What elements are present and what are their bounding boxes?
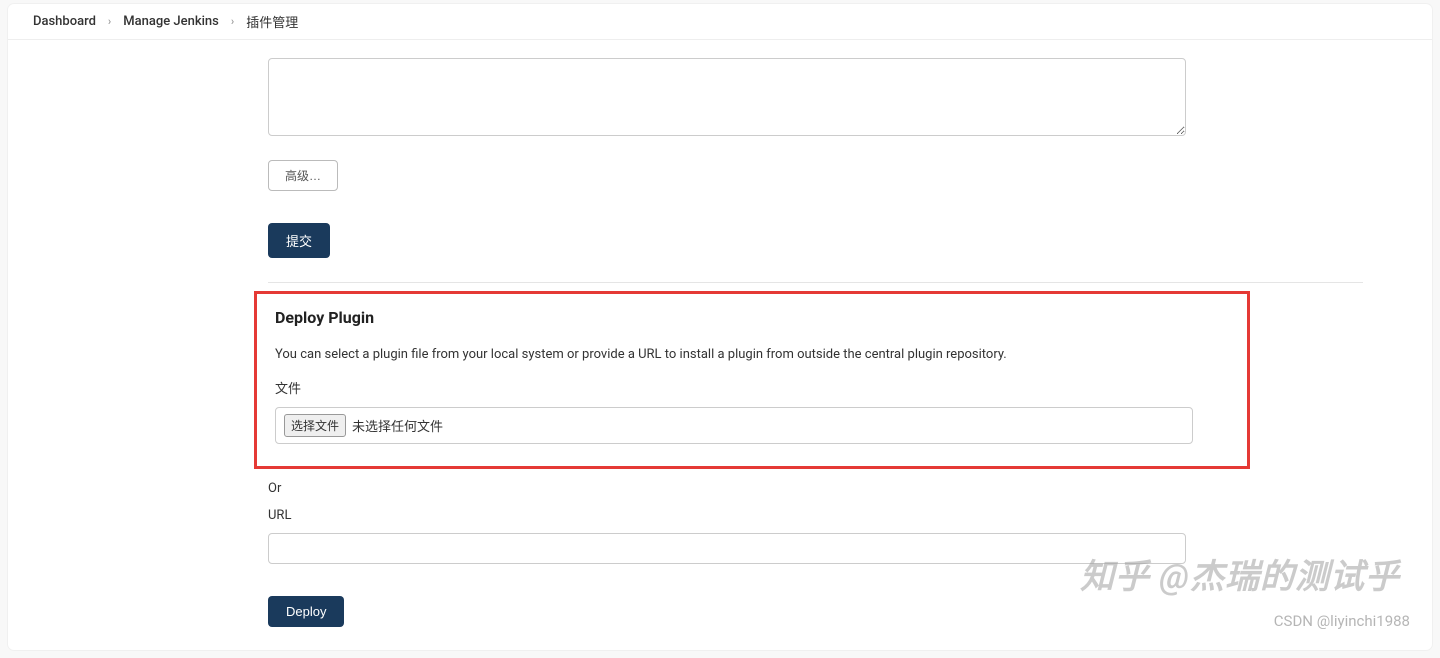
file-status-text: 未选择任何文件 bbox=[352, 416, 443, 435]
deploy-plugin-title: Deploy Plugin bbox=[275, 308, 1229, 327]
breadcrumb: Dashboard › Manage Jenkins › 插件管理 bbox=[8, 4, 1432, 40]
deploy-plugin-description: You can select a plugin file from your l… bbox=[275, 347, 1229, 362]
deploy-url-input[interactable] bbox=[268, 533, 1186, 564]
section-divider bbox=[268, 282, 1363, 283]
breadcrumb-manage-jenkins[interactable]: Manage Jenkins bbox=[123, 14, 219, 29]
chevron-right-icon: › bbox=[108, 15, 111, 28]
chevron-right-icon: › bbox=[231, 15, 234, 28]
breadcrumb-dashboard[interactable]: Dashboard bbox=[33, 14, 96, 29]
submit-button[interactable]: 提交 bbox=[268, 223, 330, 258]
advanced-button[interactable]: 高级… bbox=[268, 160, 338, 191]
choose-file-button[interactable]: 选择文件 bbox=[284, 414, 346, 437]
breadcrumb-plugin-manager[interactable]: 插件管理 bbox=[246, 12, 298, 31]
or-label: Or bbox=[268, 481, 1208, 496]
proxy-textarea[interactable] bbox=[268, 58, 1186, 136]
deploy-button[interactable]: Deploy bbox=[268, 596, 344, 627]
file-input-wrapper[interactable]: 选择文件 未选择任何文件 bbox=[275, 407, 1193, 444]
proxy-section: 高级… 提交 bbox=[268, 58, 1208, 258]
deploy-url-label: URL bbox=[268, 508, 1208, 523]
deploy-plugin-continued: Or URL Deploy bbox=[268, 481, 1208, 627]
deploy-plugin-highlight: Deploy Plugin You can select a plugin fi… bbox=[254, 291, 1250, 469]
file-label: 文件 bbox=[275, 378, 1229, 397]
